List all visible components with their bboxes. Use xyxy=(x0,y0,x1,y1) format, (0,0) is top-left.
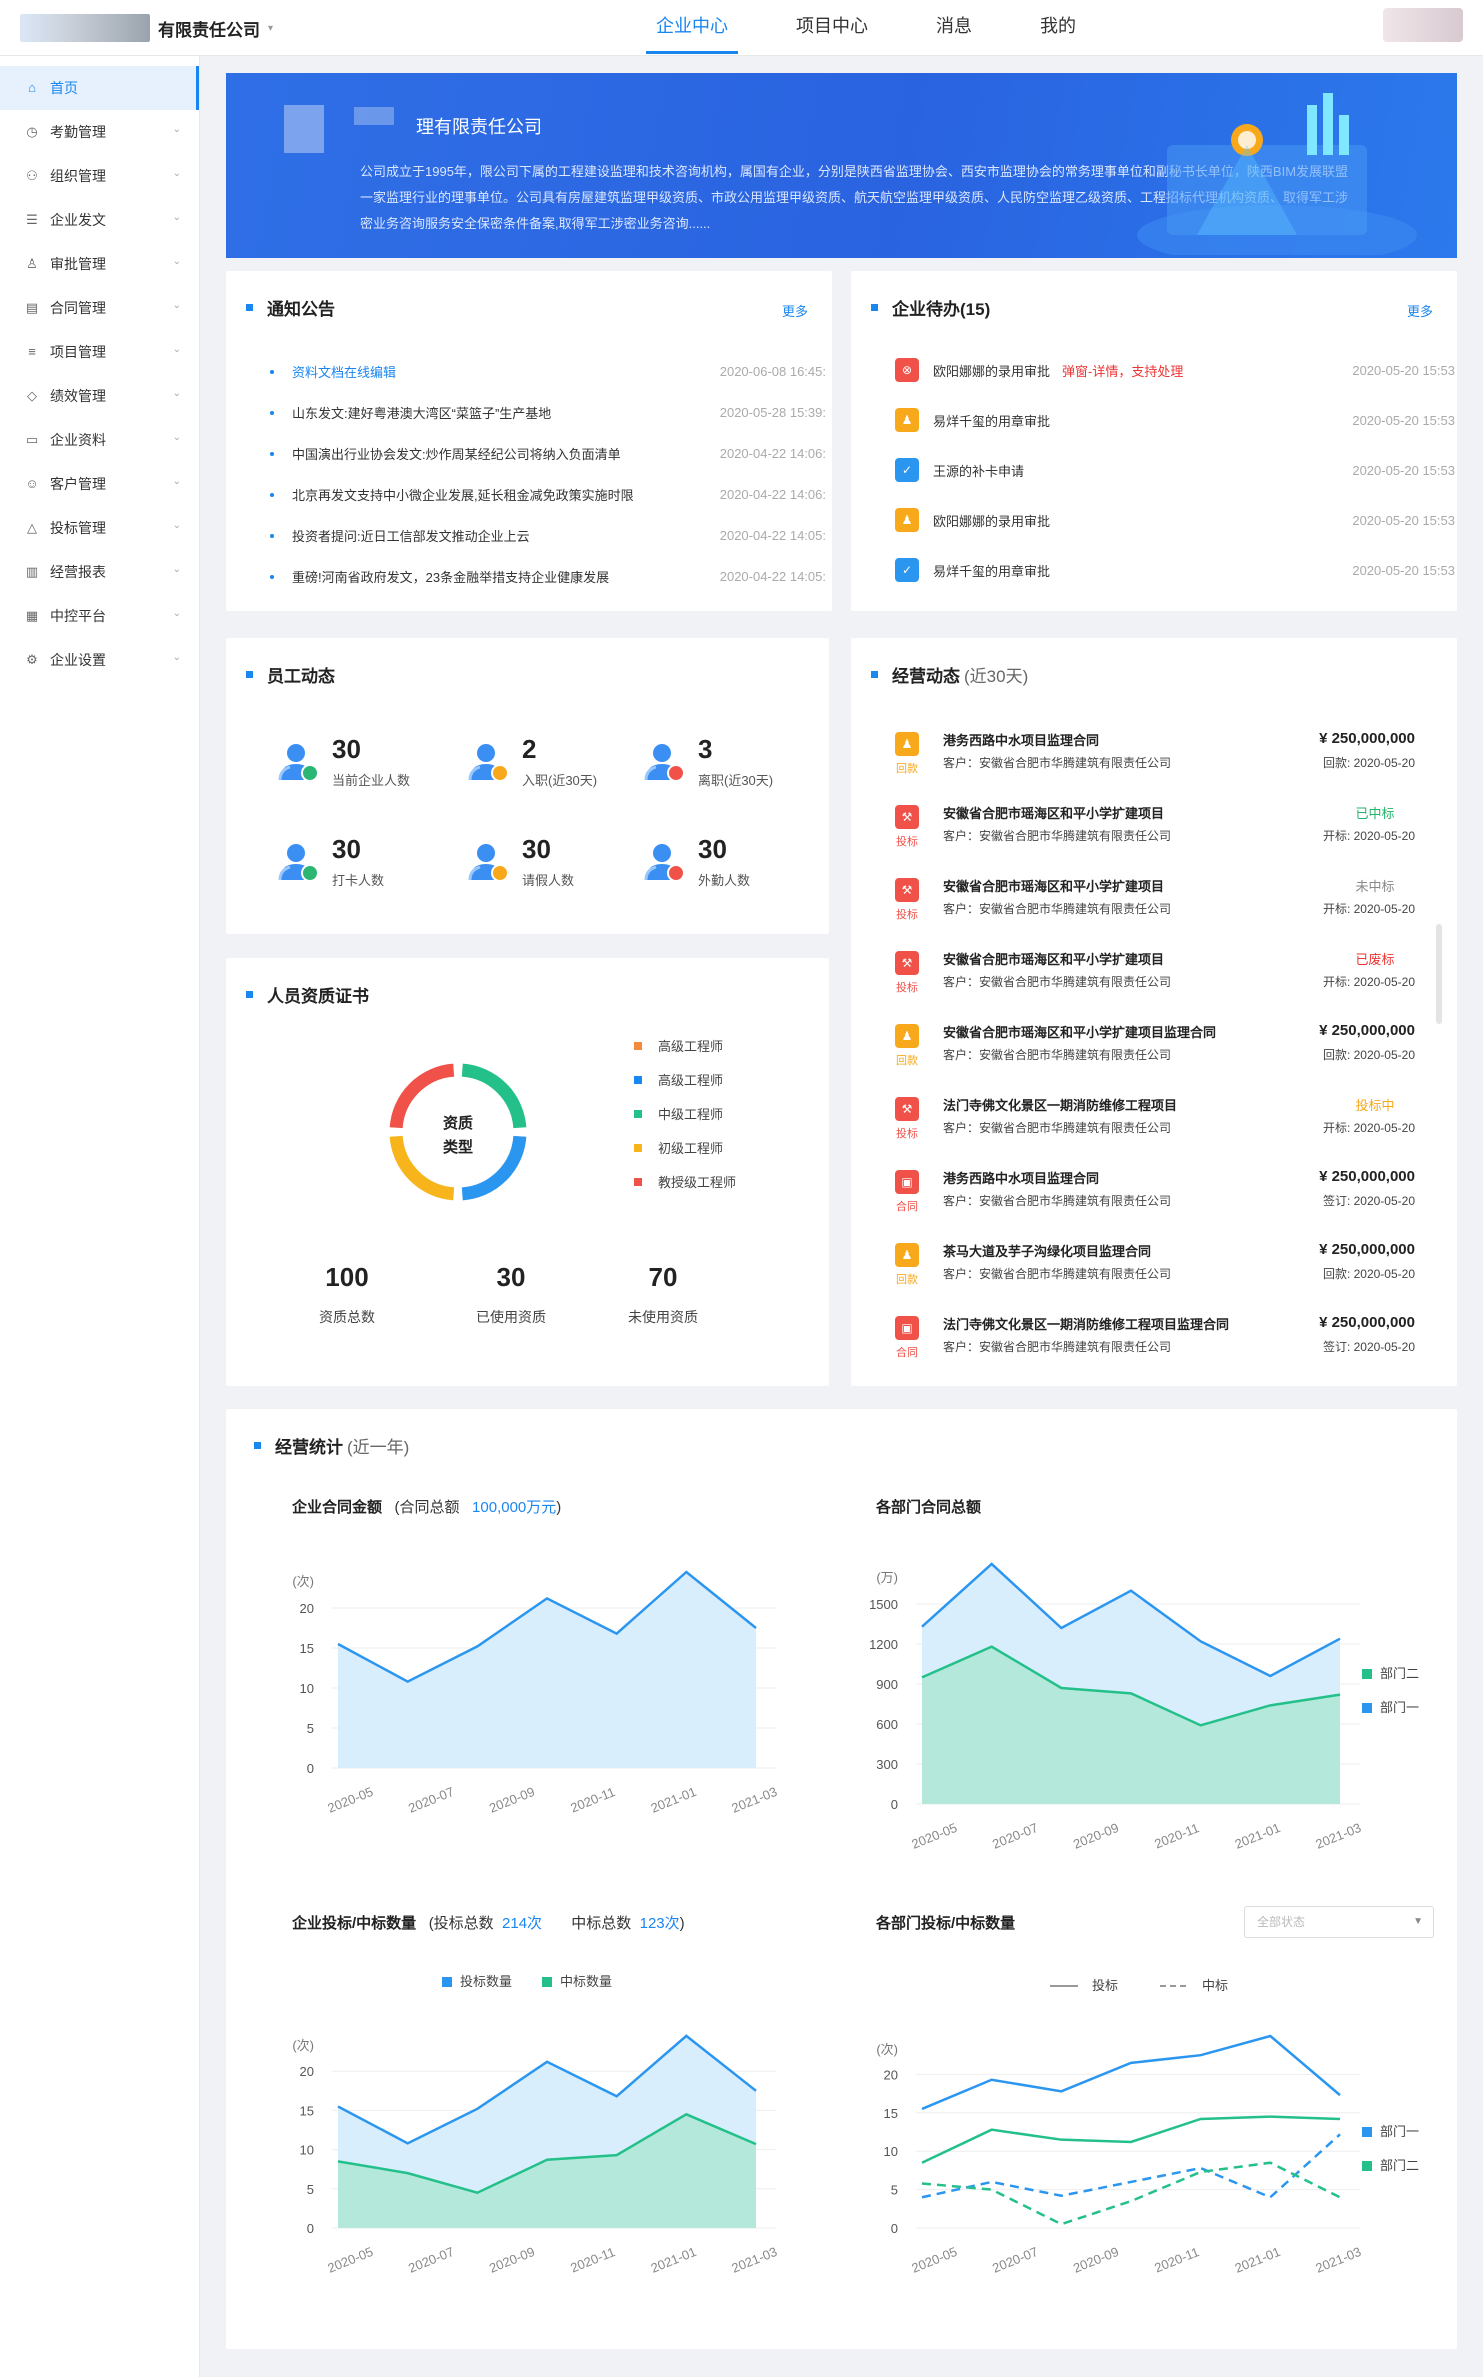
legend-label: 投标 xyxy=(1092,1978,1118,1993)
x-tick-label: 2020-09 xyxy=(1071,1820,1121,1852)
y-tick-label: 1500 xyxy=(869,1597,898,1612)
legend-label: 中标 xyxy=(1202,1978,1228,1993)
x-tick-label: 2020-07 xyxy=(406,2244,456,2276)
x-tick-label: 2021-01 xyxy=(649,1784,699,1816)
x-tick-label: 2021-03 xyxy=(729,1784,779,1816)
y-tick-label: 5 xyxy=(891,2183,898,2198)
legend-swatch xyxy=(1362,2161,1372,2171)
x-tick-label: 2020-11 xyxy=(1152,1820,1201,1851)
y-tick-label: 15 xyxy=(884,2106,898,2121)
x-tick-label: 2020-09 xyxy=(1071,2244,1121,2276)
y-tick-label: 1200 xyxy=(869,1637,898,1652)
x-tick-label: 2020-11 xyxy=(568,2244,617,2275)
y-tick-label: 300 xyxy=(876,1757,898,1772)
x-tick-label: 2021-01 xyxy=(1233,1820,1283,1852)
series-line xyxy=(922,2036,1340,2109)
x-tick-label: 2020-11 xyxy=(568,1784,617,1815)
x-tick-label: 2020-07 xyxy=(990,2244,1040,2276)
x-tick-label: 2021-03 xyxy=(1313,1820,1363,1852)
y-tick-label: 0 xyxy=(307,2221,314,2236)
y-tick-label: 5 xyxy=(307,1721,314,1736)
y-tick-label: 0 xyxy=(891,1797,898,1812)
y-tick-label: 5 xyxy=(307,2182,314,2197)
x-tick-label: 2021-01 xyxy=(1233,2244,1283,2276)
x-tick-label: 2020-05 xyxy=(909,1820,959,1852)
y-axis-unit: (万) xyxy=(876,1570,898,1585)
legend-swatch xyxy=(442,1977,452,1987)
legend-label: 部门二 xyxy=(1380,1666,1419,1681)
y-axis-unit: (次) xyxy=(292,1574,314,1589)
legend-label: 部门一 xyxy=(1380,1700,1419,1715)
legend-label: 中标数量 xyxy=(560,1974,612,1989)
legend-label: 部门二 xyxy=(1380,2158,1419,2173)
y-tick-label: 10 xyxy=(300,1681,314,1696)
x-tick-label: 2021-01 xyxy=(649,2244,699,2276)
y-tick-label: 900 xyxy=(876,1677,898,1692)
y-tick-label: 0 xyxy=(891,2221,898,2236)
x-tick-label: 2021-03 xyxy=(729,2244,779,2276)
y-axis-unit: (次) xyxy=(292,2038,314,2053)
y-tick-label: 0 xyxy=(307,1761,314,1776)
y-tick-label: 15 xyxy=(300,1641,314,1656)
y-axis-unit: (次) xyxy=(876,2042,898,2057)
x-tick-label: 2020-09 xyxy=(487,1784,537,1816)
y-tick-label: 10 xyxy=(884,2144,898,2159)
x-tick-label: 2021-03 xyxy=(1313,2244,1363,2276)
x-tick-label: 2020-09 xyxy=(487,2244,537,2276)
y-tick-label: 10 xyxy=(300,2143,314,2158)
series-line xyxy=(922,2163,1340,2224)
y-tick-label: 20 xyxy=(884,2067,898,2082)
legend-label: 投标数量 xyxy=(460,1974,512,1989)
x-tick-label: 2020-07 xyxy=(990,1820,1040,1852)
series-line xyxy=(922,2117,1340,2163)
series-area xyxy=(338,1572,756,1768)
legend-label: 部门一 xyxy=(1380,2124,1419,2139)
legend-swatch xyxy=(1362,2127,1372,2137)
x-tick-label: 2020-05 xyxy=(325,2244,375,2276)
y-tick-label: 20 xyxy=(300,1601,314,1616)
x-tick-label: 2020-05 xyxy=(325,1784,375,1816)
x-tick-label: 2020-07 xyxy=(406,1784,456,1816)
statistics-charts: 0 5 10 15 20 (次) 2020-05 2020-07 2020-09 2020-11 2… xyxy=(0,0,1483,2377)
y-tick-label: 20 xyxy=(300,2064,314,2079)
y-tick-label: 15 xyxy=(300,2103,314,2118)
legend-swatch xyxy=(1362,1703,1372,1713)
x-tick-label: 2020-11 xyxy=(1152,2244,1201,2275)
legend-swatch xyxy=(1362,1669,1372,1679)
y-tick-label: 600 xyxy=(876,1717,898,1732)
x-tick-label: 2020-05 xyxy=(909,2244,959,2276)
legend-swatch xyxy=(542,1977,552,1987)
